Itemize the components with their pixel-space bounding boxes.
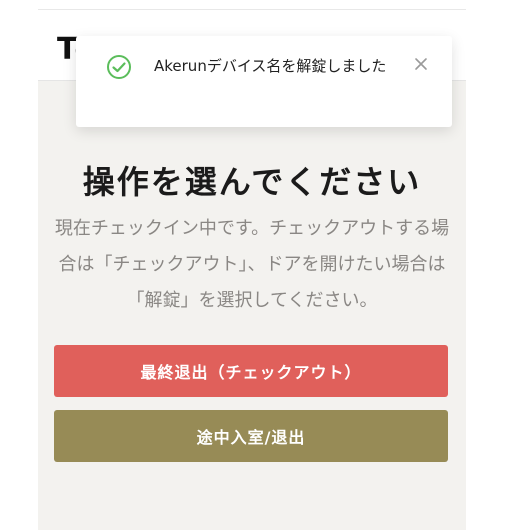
- close-toast-button[interactable]: [408, 51, 434, 77]
- check-circle-icon: [106, 54, 132, 80]
- close-icon: [408, 58, 434, 80]
- toast-message: Akerunデバイス名を解錠しました: [154, 57, 387, 75]
- main-content: 操作を選んでください 現在チェックイン中です。チェックアウトする場合は「チェック…: [38, 81, 466, 530]
- instruction-text: 現在チェックイン中です。チェックアウトする場合は「チェックアウト」、ドアを開けた…: [54, 218, 450, 311]
- page-title: 操作を選んでください: [82, 163, 422, 201]
- unlock-success-toast: Akerunデバイス名を解錠しました: [76, 36, 452, 127]
- enter-exit-button[interactable]: 途中入室/退出: [54, 410, 448, 462]
- checkout-button[interactable]: 最終退出（チェックアウト）: [54, 345, 448, 397]
